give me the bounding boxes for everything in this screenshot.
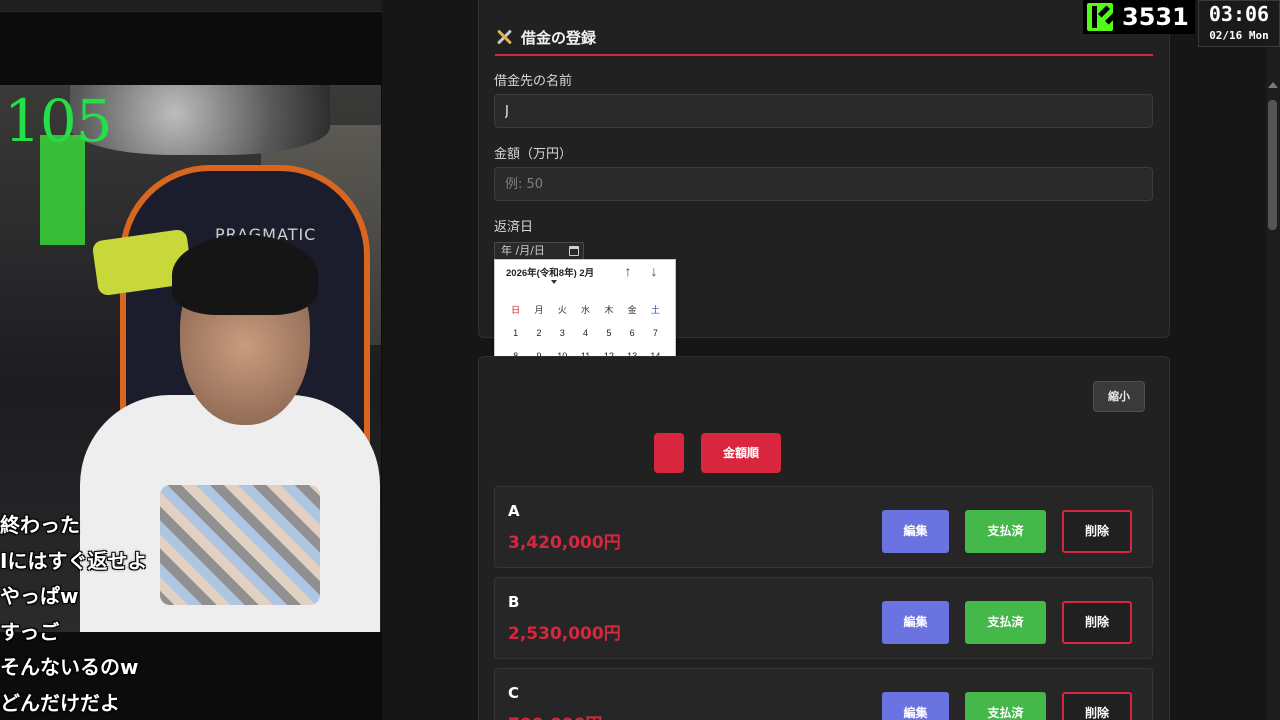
- previous-month-arrow-icon[interactable]: ↑: [620, 263, 636, 279]
- debt-name: B: [508, 593, 520, 611]
- sort-button[interactable]: [654, 433, 684, 473]
- shrink-button[interactable]: 縮小: [1093, 381, 1145, 412]
- weekday-label: 水: [581, 305, 591, 315]
- amount-input[interactable]: [494, 167, 1153, 201]
- clock-time: 03:06: [1208, 2, 1270, 26]
- swords-icon: [495, 28, 513, 46]
- debt-amount: 700,000円: [508, 710, 602, 720]
- delete-button[interactable]: 削除: [1062, 601, 1132, 644]
- delete-button[interactable]: 削除: [1062, 510, 1132, 553]
- month-dropdown-caret-icon[interactable]: [551, 280, 557, 284]
- debt-item: A 3,420,000円 編集 支払済 削除: [494, 486, 1153, 568]
- weekday-label: 金: [627, 305, 637, 315]
- chat-comment: そんないるのw: [0, 655, 139, 679]
- weekday-label: 木: [604, 305, 614, 315]
- debt-item: C 700,000円 編集 支払済 削除: [494, 668, 1153, 720]
- calendar-day[interactable]: 7: [644, 323, 667, 343]
- calendar-icon[interactable]: [569, 246, 579, 256]
- chat-comment: すっご: [0, 619, 60, 644]
- weekday-label: 月: [534, 305, 544, 315]
- register-debt-header: 借金の登録: [495, 20, 1153, 56]
- weekday-label: 日: [511, 305, 521, 315]
- calendar-day[interactable]: 4: [574, 323, 597, 343]
- weekday-label: 土: [650, 305, 660, 315]
- next-month-arrow-icon[interactable]: ↓: [646, 263, 662, 279]
- scrollbar-thumb[interactable]: [1268, 100, 1277, 230]
- calendar-day[interactable]: 5: [597, 323, 620, 343]
- sort-by-amount-button[interactable]: 金額順: [701, 433, 781, 473]
- kick-logo-icon: [1087, 3, 1113, 31]
- viewer-count: 3531: [1122, 3, 1189, 31]
- mark-paid-button[interactable]: 支払済: [965, 692, 1046, 720]
- calendar-day[interactable]: 6: [620, 323, 643, 343]
- section-title: 借金の登録: [521, 28, 597, 47]
- edit-button[interactable]: 編集: [882, 510, 949, 553]
- stream-top-bar: [0, 0, 382, 12]
- weekday-header: 日月火水木金土: [504, 304, 667, 316]
- chat-comments: 終わった Iにはすぐ返せよ やっぱw すっご そんないるのw どんだけだよ: [0, 508, 382, 720]
- counter-overlay: 105: [4, 87, 113, 155]
- scroll-up-arrow-icon[interactable]: [1268, 82, 1278, 88]
- debt-name: A: [508, 502, 520, 520]
- debt-amount: 2,530,000円: [508, 624, 621, 644]
- calendar-day[interactable]: 3: [551, 323, 574, 343]
- chat-comment: 終わった: [0, 513, 80, 537]
- clock-overlay: 03:06 02/16 Mon: [1198, 0, 1280, 47]
- chat-comment: やっぱw: [0, 584, 79, 608]
- viewer-count-badge: 3531: [1083, 0, 1195, 34]
- mark-paid-button[interactable]: 支払済: [965, 510, 1046, 553]
- delete-button[interactable]: 削除: [1062, 692, 1132, 720]
- streamer-hair: [172, 235, 318, 315]
- debt-amount: 3,420,000円: [508, 533, 621, 553]
- calendar-day[interactable]: 2: [527, 323, 550, 343]
- debt-name: C: [508, 684, 520, 702]
- chat-comment: Iにはすぐ返せよ: [0, 548, 148, 573]
- calendar-day[interactable]: 1: [504, 323, 527, 343]
- amount-label: 金額（万円）: [494, 147, 573, 162]
- weekday-label: 火: [557, 305, 567, 315]
- due-date-display: 年 /月/日: [501, 244, 545, 257]
- mark-paid-button[interactable]: 支払済: [965, 601, 1046, 644]
- picker-month-label[interactable]: 2026年(令和8年) 2月: [506, 265, 594, 279]
- chat-comment: どんだけだよ: [0, 690, 120, 715]
- creditor-name-label: 借金先の名前: [494, 74, 573, 89]
- edit-button[interactable]: 編集: [882, 692, 949, 720]
- due-date-label: 返済日: [494, 220, 534, 235]
- debt-item: B 2,530,000円 編集 支払済 削除: [494, 577, 1153, 659]
- clock-date: 02/16 Mon: [1209, 29, 1269, 42]
- creditor-name-input[interactable]: [494, 94, 1153, 128]
- edit-button[interactable]: 編集: [882, 601, 949, 644]
- due-date-input[interactable]: 年 /月/日: [494, 242, 584, 260]
